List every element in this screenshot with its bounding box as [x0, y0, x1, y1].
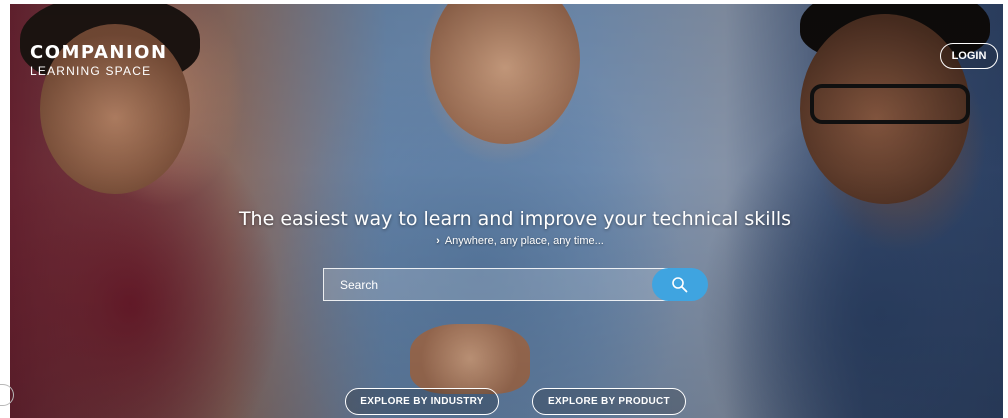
- search-button[interactable]: [652, 268, 708, 301]
- hero-photo-detail: [800, 14, 970, 204]
- search-input[interactable]: [323, 268, 668, 301]
- search-icon: [672, 276, 688, 292]
- brand-logo[interactable]: COMPANION LEARNING SPACE: [30, 42, 168, 78]
- hero-photo-detail: [410, 324, 530, 394]
- hero-headline: The easiest way to learn and improve you…: [238, 208, 792, 230]
- hero-photo-detail: [810, 84, 970, 124]
- explore-by-industry-button[interactable]: EXPLORE BY INDUSTRY: [345, 388, 499, 415]
- search-bar: [323, 268, 708, 301]
- brand-name: COMPANION: [30, 42, 168, 63]
- explore-by-product-button[interactable]: EXPLORE BY PRODUCT: [532, 388, 686, 415]
- hero-subline: › Anywhere, any place, any time...: [0, 235, 1008, 247]
- hero-subline-text: Anywhere, any place, any time...: [444, 235, 604, 247]
- chevron-right-icon: ›: [436, 235, 440, 247]
- hero-photo-detail: [430, 4, 580, 144]
- brand-tagline: LEARNING SPACE: [30, 64, 152, 78]
- login-button[interactable]: LOGIN: [940, 43, 998, 69]
